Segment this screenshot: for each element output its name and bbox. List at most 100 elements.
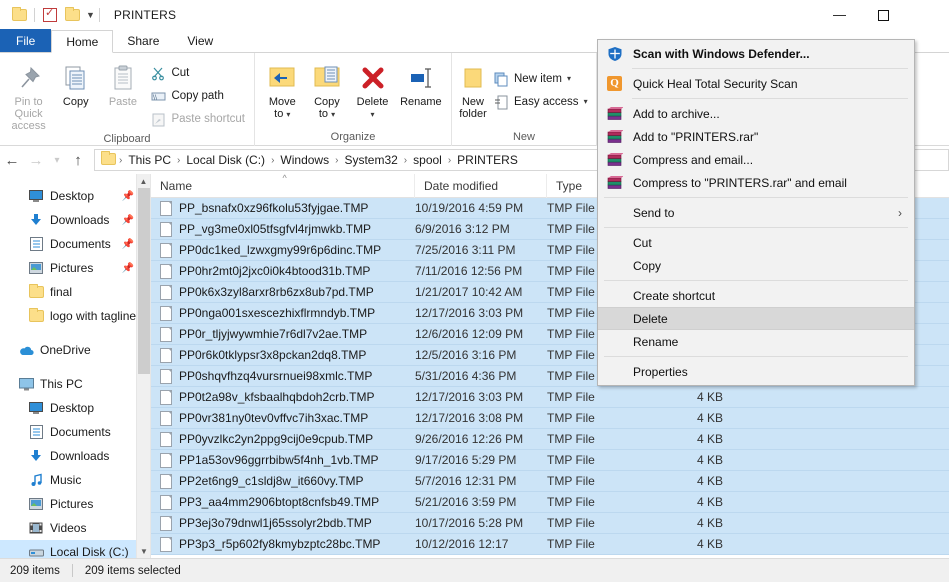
- minimize-icon[interactable]: [817, 0, 861, 30]
- menu-item-rename[interactable]: Rename: [598, 330, 914, 353]
- cut-button[interactable]: Cut: [146, 63, 249, 83]
- breadcrumb-item-local-disk[interactable]: Local Disk (C:): [181, 153, 270, 167]
- scrollbar-thumb[interactable]: [138, 188, 150, 374]
- breadcrumb-item-system32[interactable]: System32: [339, 153, 402, 167]
- menu-item-cut[interactable]: Cut: [598, 231, 914, 254]
- tab-home[interactable]: Home: [51, 30, 114, 53]
- sidebar-item-videos[interactable]: Videos: [0, 516, 150, 540]
- up-arrow-icon[interactable]: ↑: [66, 148, 90, 172]
- menu-item-send-to[interactable]: Send to ›: [598, 201, 914, 224]
- move-to-button[interactable]: Move to ▾: [260, 57, 305, 120]
- date-modified-cell: 1/21/2017 10:42 AM: [415, 285, 523, 299]
- pin-icon[interactable]: 📌: [122, 215, 134, 226]
- move-to-label: Move to ▾: [268, 96, 296, 120]
- pin-icon[interactable]: 📌: [122, 263, 134, 274]
- column-header-date-modified[interactable]: Date modified: [415, 174, 547, 198]
- table-row[interactable]: PP1a53ov96ggrrbibw5f4nh_1vb.TMP 9/17/2016…: [151, 450, 949, 471]
- recent-locations-icon[interactable]: ▾: [48, 148, 66, 172]
- date-modified-cell: 10/12/2016 12:17: [415, 537, 509, 551]
- window-title: PRINTERS: [113, 8, 177, 22]
- scroll-down-icon[interactable]: ▼: [137, 544, 150, 558]
- table-row[interactable]: PP3_aa4mm2906btopt8cnfsb49.TMP 5/21/2016 …: [151, 492, 949, 513]
- sidebar-item-onedrive[interactable]: OneDrive: [0, 338, 150, 362]
- sidebar-item-pictures[interactable]: Pictures: [0, 492, 150, 516]
- breadcrumb-item-windows[interactable]: Windows: [275, 153, 334, 167]
- sidebar-item-pictures-qa[interactable]: Pictures 📌: [0, 256, 150, 280]
- sidebar-item-this-pc[interactable]: This PC: [0, 372, 150, 396]
- sidebar-item-downloads[interactable]: Downloads: [0, 444, 150, 468]
- sidebar-item-final[interactable]: final: [0, 280, 150, 304]
- new-folder-icon[interactable]: [61, 4, 83, 26]
- maximize-icon[interactable]: [861, 0, 905, 30]
- sidebar-item-logo-with-tagline[interactable]: logo with tagline: [0, 304, 150, 328]
- menu-item-create-shortcut[interactable]: Create shortcut: [598, 284, 914, 307]
- table-row[interactable]: PP0yvzlkc2yn2ppg9cij0e9cpub.TMP 9/26/2016…: [151, 429, 949, 450]
- pin-to-quick-access-button[interactable]: Pin to Quick access: [5, 57, 52, 132]
- tab-file[interactable]: File: [0, 29, 52, 52]
- breadcrumb-item-spool[interactable]: spool: [408, 153, 447, 167]
- copy-button[interactable]: Copy: [52, 57, 99, 108]
- scroll-up-icon[interactable]: ▲: [137, 174, 150, 188]
- sidebar-item-desktop[interactable]: Desktop: [0, 396, 150, 420]
- tab-share[interactable]: Share: [113, 29, 173, 52]
- properties-icon[interactable]: [39, 4, 61, 26]
- paste-shortcut-button[interactable]: Paste shortcut: [146, 109, 249, 129]
- sidebar-item-label: Videos: [50, 521, 87, 535]
- menu-item-compress-to-printers-rar-and-email[interactable]: Compress to "PRINTERS.rar" and email: [598, 171, 914, 194]
- nav-scrollbar[interactable]: ▲ ▼: [136, 174, 150, 558]
- size-cell: 4 KB: [696, 516, 723, 530]
- menu-item-delete[interactable]: Delete: [598, 307, 914, 330]
- table-row[interactable]: PP3ej3o79dnwl1j65ssolyr2bdb.TMP 10/17/201…: [151, 513, 949, 534]
- winrar-icon: [607, 106, 624, 122]
- delete-button[interactable]: Delete ▾: [349, 57, 396, 120]
- file-name-label: PP3_aa4mm2906btopt8cnfsb49.TMP: [179, 495, 380, 509]
- folder-icon[interactable]: [8, 4, 30, 26]
- table-row[interactable]: PP3p3_r5p602fy8kmybzptc28bc.TMP 10/12/201…: [151, 534, 949, 555]
- paste-shortcut-label: Paste shortcut: [171, 113, 245, 125]
- pin-icon[interactable]: 📌: [122, 239, 134, 250]
- chevron-down-icon: ▾: [566, 74, 571, 83]
- forward-arrow-icon[interactable]: →: [24, 148, 48, 172]
- copy-to-button[interactable]: Copy to ▾: [305, 57, 350, 120]
- menu-item-add-to-archive[interactable]: Add to archive...: [598, 102, 914, 125]
- sidebar-item-downloads-qa[interactable]: Downloads 📌: [0, 208, 150, 232]
- sidebar-item-label: This PC: [40, 377, 83, 391]
- navigation-pane: Desktop 📌 Downloads 📌 Documents 📌 Pictur…: [0, 174, 150, 558]
- new-item-button[interactable]: New item ▾: [489, 69, 592, 89]
- rename-button[interactable]: Rename: [396, 57, 446, 108]
- menu-item-quick-heal-total-security-scan[interactable]: Q Quick Heal Total Security Scan: [598, 72, 914, 95]
- chevron-down-icon[interactable]: ▼: [86, 10, 95, 20]
- menu-item-copy[interactable]: Copy: [598, 254, 914, 277]
- breadcrumb-item-printers[interactable]: PRINTERS: [452, 153, 523, 167]
- date-modified-cell: 7/25/2016 3:11 PM: [415, 243, 516, 257]
- size-cell: 4 KB: [696, 411, 723, 425]
- sidebar-item-desktop-qa[interactable]: Desktop 📌: [0, 184, 150, 208]
- table-row[interactable]: PP2et6ng9_c1sldj8w_it660vy.TMP 5/7/2016 1…: [151, 471, 949, 492]
- back-arrow-icon[interactable]: ←: [0, 148, 24, 172]
- pin-icon[interactable]: 📌: [122, 191, 134, 202]
- close-icon[interactable]: [905, 0, 949, 30]
- sidebar-item-documents-qa[interactable]: Documents 📌: [0, 232, 150, 256]
- tab-view[interactable]: View: [173, 29, 227, 52]
- table-row[interactable]: PP0t2a98v_kfsbaalhqbdoh2crb.TMP 12/17/201…: [151, 387, 949, 408]
- sidebar-item-label: Documents: [50, 237, 111, 251]
- table-row[interactable]: PP0vr381ny0tev0vffvc7ih3xac.TMP 12/17/201…: [151, 408, 949, 429]
- sidebar-item-label: Local Disk (C:): [50, 545, 129, 558]
- sidebar-item-documents[interactable]: Documents: [0, 420, 150, 444]
- menu-item-add-to-printers-rar[interactable]: Add to "PRINTERS.rar": [598, 125, 914, 148]
- menu-item-compress-and-email[interactable]: Compress and email...: [598, 148, 914, 171]
- menu-item-scan-with-windows-defender[interactable]: Scan with Windows Defender...: [598, 42, 914, 65]
- breadcrumb-item-this-pc[interactable]: This PC: [123, 153, 176, 167]
- menu-item-properties[interactable]: Properties: [598, 360, 914, 383]
- sidebar-item-music[interactable]: Music: [0, 468, 150, 492]
- delete-label: Delete ▾: [356, 96, 389, 119]
- easy-access-button[interactable]: Easy access ▾: [489, 92, 592, 112]
- new-folder-button[interactable]: New folder: [457, 57, 489, 120]
- copy-path-button[interactable]: \\ Copy path: [146, 86, 249, 106]
- type-cell: TMP File: [547, 537, 595, 551]
- sidebar-item-local-disk-c[interactable]: Local Disk (C:): [0, 540, 150, 558]
- paste-button[interactable]: Paste: [99, 57, 146, 108]
- file-icon: [160, 536, 172, 552]
- file-name-cell: PP2et6ng9_c1sldj8w_it660vy.TMP: [151, 471, 415, 492]
- column-header-name[interactable]: Name: [151, 174, 415, 198]
